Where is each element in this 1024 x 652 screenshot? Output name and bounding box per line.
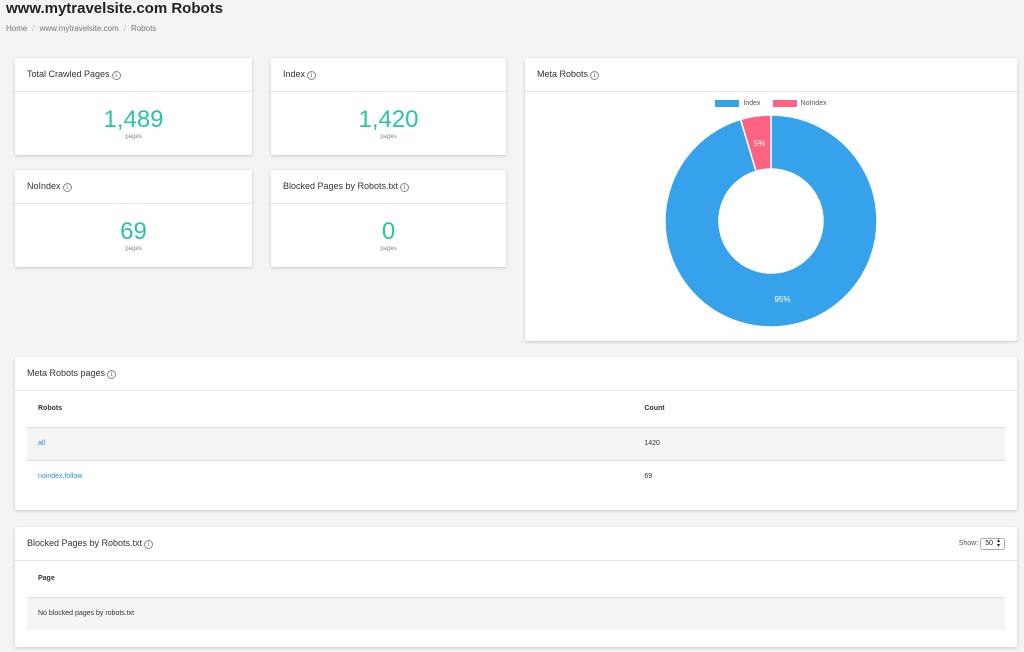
stat-value: 69 [120, 218, 147, 245]
table-header-row: Robots Count [27, 391, 1005, 427]
info-icon[interactable]: i [144, 539, 154, 549]
page-size-label: Show: [958, 540, 979, 547]
info-icon[interactable]: i [107, 369, 117, 379]
stat-value: 0 [381, 218, 396, 245]
breadcrumb: Home / www.mytravelsite.com / Robots [6, 24, 156, 33]
table-row: noindex,follow 69 [27, 459, 1005, 493]
stat-unit: pages [380, 134, 397, 140]
page-size-value: 50 [985, 539, 993, 547]
stat-unit: pages [125, 246, 142, 252]
stat-card-index: Index i 1,420 pages [271, 58, 506, 155]
robots-link[interactable]: noindex,follow [38, 473, 82, 480]
blocked-pages-card: Blocked Pages by Robots.txt i Show: 50 ▴ ▾… [15, 527, 1017, 647]
blocked-pages-table: Page No blocked pages by robots.txt [27, 561, 1005, 630]
chart-title: Meta Robots [537, 69, 589, 80]
meta-robots-pages-card: Meta Robots pages i Robots Count all 1420… [15, 357, 1017, 510]
breadcrumb-home[interactable]: Home [6, 24, 27, 33]
info-icon[interactable]: i [111, 70, 121, 80]
info-icon[interactable]: i [62, 182, 72, 192]
meta-robots-chart-card: Meta Robots i Index NoIndex 95% 5% [525, 58, 1017, 341]
column-header-page[interactable]: Page [27, 561, 1005, 597]
stat-unit: pages [380, 246, 397, 252]
table-title: Blocked Pages by Robots.txt [27, 538, 143, 549]
stat-card-title: Blocked Pages by Robots.txt [283, 181, 399, 192]
table-title: Meta Robots pages [27, 368, 106, 379]
info-icon[interactable]: i [307, 70, 317, 80]
stat-value: 1,489 [103, 106, 164, 133]
breadcrumb-separator: / [32, 24, 35, 33]
robots-link[interactable]: all [38, 440, 45, 447]
donut-slice-label: 5% [754, 139, 766, 148]
stat-card-total-crawled: Total Crawled Pages i 1,489 pages [15, 58, 252, 155]
table-row: all 1420 [27, 426, 1005, 460]
info-icon[interactable]: i [590, 70, 600, 80]
select-arrows-icon: ▴ ▾ [996, 537, 1000, 549]
info-icon[interactable]: i [400, 182, 410, 192]
stat-card-title: Index [283, 69, 306, 80]
table-cell-robots: noindex,follow [27, 459, 634, 493]
page-size-control: Show: 50 ▴ ▾ [958, 537, 1005, 550]
stat-card-blocked: Blocked Pages by Robots.txt i 0 pages [271, 170, 506, 267]
stat-card-title: NoIndex [27, 181, 61, 192]
table-header-row: Page [27, 561, 1005, 597]
stat-value: 1,420 [358, 106, 419, 133]
stat-unit: pages [125, 134, 142, 140]
breadcrumb-current: Robots [130, 24, 157, 33]
donut-slice-label: 95% [774, 295, 790, 304]
table-cell-count: 69 [633, 459, 1005, 493]
breadcrumb-separator: / [123, 24, 126, 33]
meta-robots-table: Robots Count all 1420 noindex,follow 69 [27, 391, 1005, 493]
column-header-robots[interactable]: Robots [27, 391, 633, 427]
empty-message: No blocked pages by robots.txt [27, 596, 1005, 630]
stat-card-title: Total Crawled Pages [27, 69, 110, 80]
breadcrumb-site[interactable]: www.mytravelsite.com [40, 24, 119, 33]
table-row-empty: No blocked pages by robots.txt [27, 596, 1005, 630]
table-cell-robots: all [27, 426, 634, 460]
stat-card-noindex: NoIndex i 69 pages [15, 170, 252, 267]
column-header-count[interactable]: Count [633, 391, 1005, 427]
page-size-select[interactable]: 50 ▴ ▾ [980, 537, 1005, 550]
table-cell-count: 1420 [633, 426, 1005, 460]
donut-chart: 95% 5% [664, 114, 878, 328]
page-title: www.mytravelsite.com Robots [6, 0, 224, 17]
